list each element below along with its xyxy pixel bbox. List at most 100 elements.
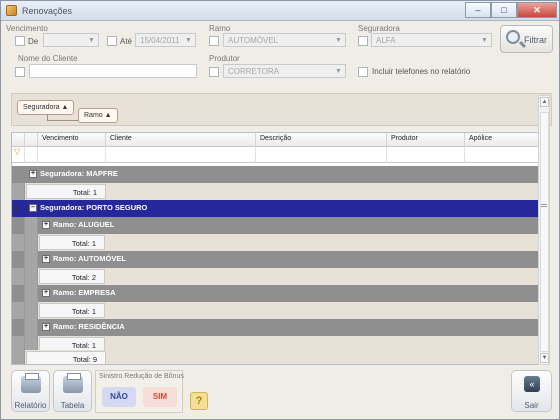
seguradora-select[interactable]: ALFA ▼ [371,33,492,47]
group-row[interactable]: + Ramo: EMPRESA [12,285,539,302]
total-row: Total: 1 [12,234,539,251]
group-row-label: Ramo: ALUGUEL [53,220,115,229]
group-row-label: Ramo: RESIDÊNCIA [53,322,125,331]
ate-label: Até [120,37,133,46]
vencimento-label: Vencimento [6,24,48,33]
column-header-descricao[interactable]: Descrição [256,133,387,147]
group-row-label: Ramo: EMPRESA [53,288,116,297]
maximize-button[interactable]: □ [491,2,517,18]
filter-cell[interactable] [465,147,539,163]
funnel-icon[interactable]: ▽ [12,144,20,156]
seguradora-checkbox[interactable] [358,36,368,46]
ramo-value: AUTOMÓVEL [228,36,279,45]
ramo-select[interactable]: AUTOMÓVEL ▼ [223,33,346,47]
de-label: De [28,37,39,46]
tabela-label: Tabela [60,401,85,410]
sinistro-title: Sinistro Redução de Bônus [99,373,184,380]
group-chip-ramo[interactable]: Ramo ▲ [78,108,118,123]
chevron-down-icon: ▼ [335,37,342,44]
renovacoes-window: Renovações – □ ✕ Vencimento De ▼ Até 15/… [0,0,560,420]
chevron-down-icon: ▼ [88,37,95,44]
de-date-input[interactable]: ▼ [43,33,99,47]
group-row-label: Seguradora: MAPFRE [40,169,118,178]
nome-cliente-label: Nome do Cliente [18,54,78,63]
scroll-down-icon[interactable]: ▼ [540,353,549,363]
scroll-up-icon[interactable]: ▲ [540,97,549,107]
chevron-down-icon: ▼ [335,68,342,75]
renovacoes-grid: Vencimento Cliente Descrição Produtor Ap… [11,132,540,365]
app-icon [6,5,17,16]
scroll-thumb[interactable] [540,112,549,352]
ate-checkbox[interactable] [107,36,117,46]
column-header-vencimento[interactable]: Vencimento [38,133,106,147]
exit-back-icon: « [524,376,540,392]
current-row-icon [15,205,19,211]
group-row[interactable]: – Seguradora: PORTO SEGURO [12,200,539,217]
nao-button[interactable]: NÃO [102,387,136,407]
ramo-checkbox[interactable] [209,36,219,46]
nome-cliente-checkbox[interactable] [15,67,25,77]
total-cell: Total: 1 [39,303,105,318]
printer-icon [21,373,41,393]
sort-up-icon: ▲ [104,112,112,119]
total-cell: Total: 1 [26,184,106,199]
expand-icon[interactable]: + [42,289,50,297]
tabela-button[interactable]: Tabela [53,370,92,412]
title-bar: Renovações – □ ✕ [1,1,559,21]
close-button[interactable]: ✕ [517,2,557,18]
window-title: Renovações [22,6,73,16]
chip-label: Seguradora [23,104,60,111]
ate-date-value: 15/04/2011 [140,36,180,45]
total-row: Total: 1 [12,302,539,319]
collapse-icon[interactable]: – [29,204,37,212]
group-row[interactable]: + Ramo: AUTOMÓVEL [12,251,539,268]
expand-icon[interactable]: + [42,323,50,331]
group-row-label: Ramo: AUTOMÓVEL [53,254,126,263]
filtrar-button[interactable]: Filtrar [500,25,553,53]
filtrar-label: Filtrar [524,35,547,45]
filter-cell[interactable] [387,147,465,163]
scroll-grip-icon [541,204,547,207]
grand-total-cell: Total: 9 [26,351,106,364]
total-row: Total: 1 [12,183,539,200]
produtor-checkbox[interactable] [209,67,219,77]
seguradora-label: Seguradora [358,24,400,33]
column-header-produtor[interactable]: Produtor [387,133,465,147]
group-row[interactable]: + Seguradora: MAPFRE [12,166,539,183]
filter-cell[interactable] [106,147,256,163]
expand-icon[interactable]: + [42,221,50,229]
sinistro-reducao-bonus-panel: Sinistro Redução de Bônus NÃO SIM [95,370,184,413]
ate-date-input[interactable]: 15/04/2011 ▼ [135,33,196,47]
sair-label: Sair [524,401,539,410]
grand-total-row: Total: 9 [12,350,539,364]
nome-cliente-input[interactable] [29,64,197,78]
column-header-cliente[interactable]: Cliente [106,133,256,147]
column-header-apolice[interactable]: Apólice [465,133,539,147]
incluir-telefones-label: Incluir telefones no relatório [372,67,471,76]
group-row-label: Seguradora: PORTO SEGURO [40,203,148,212]
sair-button[interactable]: « Sair [511,370,552,412]
grid-scrollbar[interactable]: ▲ ▼ [538,95,550,365]
filter-cell[interactable] [38,147,106,163]
chevron-down-icon: ▼ [185,37,192,44]
grid-filter-row: ▽ [12,147,539,163]
group-connector [47,120,78,121]
search-icon [506,30,520,44]
help-icon[interactable]: ? [190,392,208,410]
grid-header: Vencimento Cliente Descrição Produtor Ap… [12,133,539,147]
filter-cell[interactable] [256,147,387,163]
group-row[interactable]: + Ramo: RESIDÊNCIA [12,319,539,336]
produtor-label: Produtor [209,54,240,63]
total-row: Total: 2 [12,268,539,285]
group-row[interactable]: + Ramo: ALUGUEL [12,217,539,234]
expand-icon[interactable]: + [29,170,37,178]
total-cell: Total: 2 [39,269,105,284]
expand-icon[interactable]: + [42,255,50,263]
group-chip-seguradora[interactable]: Seguradora ▲ [17,100,75,115]
incluir-telefones-checkbox[interactable] [358,67,368,77]
minimize-button[interactable]: – [465,2,491,18]
produtor-select[interactable]: CORRETORA ▼ [223,64,346,78]
sim-button[interactable]: SIM [143,387,177,407]
relatorio-button[interactable]: Relatório [11,370,50,412]
de-checkbox[interactable] [15,36,25,46]
